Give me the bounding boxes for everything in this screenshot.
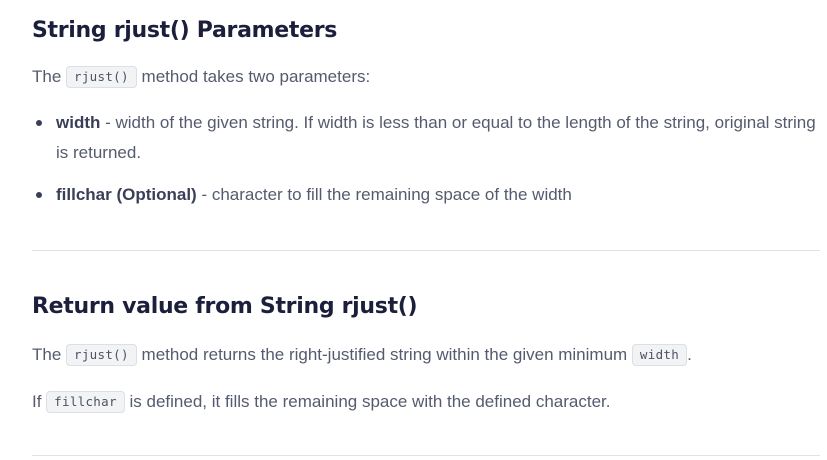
parameters-heading: String rjust() Parameters	[32, 18, 338, 43]
list-item-width: width - width of the given string. If wi…	[36, 108, 816, 168]
param-description-width: - width of the given string. If width is…	[56, 113, 816, 162]
param-description-fillchar: - character to fill the remaining space …	[196, 185, 572, 204]
intro-text-before: The	[32, 67, 67, 86]
return-text-middle: method returns the right-justified strin…	[136, 345, 632, 364]
parameters-intro: The rjust() method takes two parameters:	[32, 62, 370, 92]
intro-text-after: method takes two parameters:	[136, 67, 371, 86]
fillchar-text-before: If	[32, 392, 47, 411]
section-divider	[32, 455, 820, 456]
return-description: The rjust() method returns the right-jus…	[32, 340, 692, 370]
list-item-fillchar: fillchar (Optional) - character to fill …	[36, 180, 816, 210]
inline-code-rjust: rjust()	[66, 66, 137, 88]
return-value-heading: Return value from String rjust()	[32, 294, 418, 319]
return-text-before: The	[32, 345, 67, 364]
parameters-list: width - width of the given string. If wi…	[32, 108, 816, 222]
fillchar-note: If fillchar is defined, it fills the rem…	[32, 387, 611, 417]
param-term-fillchar: fillchar (Optional)	[56, 185, 197, 204]
inline-code-rjust: rjust()	[66, 344, 137, 366]
param-term-width: width	[56, 113, 101, 132]
section-divider	[32, 250, 820, 251]
fillchar-text-after: is defined, it fills the remaining space…	[124, 392, 611, 411]
inline-code-fillchar: fillchar	[46, 391, 125, 413]
inline-code-width: width	[631, 344, 688, 366]
return-text-after: .	[687, 345, 692, 364]
bullet-icon	[36, 192, 42, 198]
bullet-icon	[36, 120, 42, 126]
